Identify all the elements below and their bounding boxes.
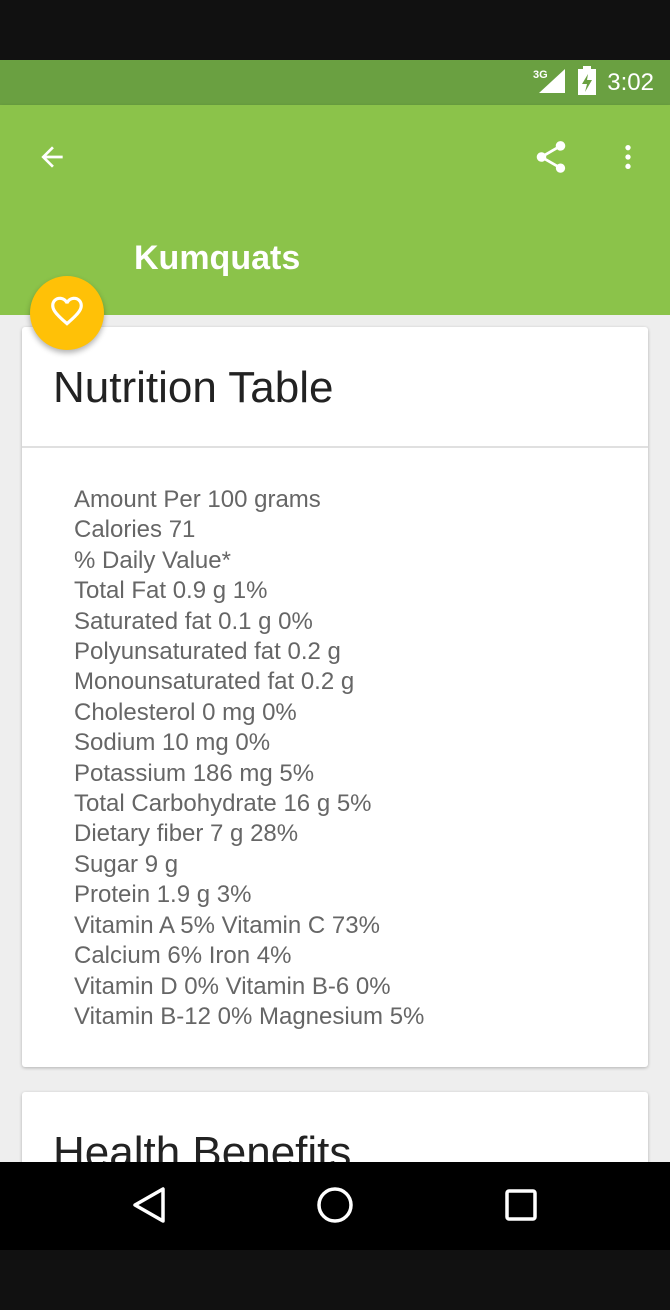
battery-icon: [577, 65, 597, 101]
nutrition-row: Sodium 10 mg 0%: [74, 729, 271, 757]
nutrition-row: Dietary fiber 7 g 28%: [74, 820, 299, 848]
nav-back-icon: [131, 1185, 167, 1230]
card-divider: [22, 446, 648, 448]
back-button[interactable]: [28, 135, 76, 183]
status-icons: 3G 3:02: [533, 65, 654, 101]
nav-home-icon: [315, 1185, 355, 1230]
nav-home-button[interactable]: [308, 1180, 362, 1234]
more-vert-icon: [612, 141, 644, 178]
nutrition-row: Total Fat 0.9 g 1%: [74, 577, 268, 605]
nutrition-row: Polyunsaturated fat 0.2 g: [74, 638, 341, 666]
app-bar: Kumquats: [0, 105, 670, 315]
system-nav-bar: [0, 1162, 670, 1250]
nutrition-row: Cholesterol 0 mg 0%: [74, 698, 297, 726]
bottom-frame: [0, 1250, 670, 1310]
nutrition-row: Potassium 186 mg 5%: [74, 759, 315, 787]
nutrition-row: Total Carbohydrate 16 g 5%: [74, 790, 372, 818]
nutrition-row: Monounsaturated fat 0.2 g: [74, 668, 355, 696]
nutrition-card: Nutrition Table Amount Per 100 grams Cal…: [22, 327, 648, 1067]
health-card-title: Health Benefits: [53, 1128, 352, 1162]
nutrition-row: Calories 71: [74, 516, 196, 544]
nutrition-row: Vitamin A 5% Vitamin C 73%: [74, 911, 380, 939]
clock: 3:02: [607, 69, 654, 96]
top-frame: [0, 0, 670, 60]
share-button[interactable]: [527, 135, 575, 183]
nutrition-row: % Daily Value*: [74, 546, 231, 574]
nutrition-card-title: Nutrition Table: [53, 363, 334, 412]
share-icon: [532, 138, 570, 181]
nutrition-row: Calcium 6% Iron 4%: [74, 942, 292, 970]
nutrition-row: Protein 1.9 g 3%: [74, 881, 252, 909]
arrow-back-icon: [36, 141, 68, 178]
network-label: 3G: [533, 69, 548, 81]
nav-back-button[interactable]: [122, 1180, 176, 1234]
content-scroll-area[interactable]: Nutrition Table Amount Per 100 grams Cal…: [0, 315, 670, 1162]
nutrition-row: Sugar 9 g: [74, 850, 179, 878]
nutrition-row: Amount Per 100 grams: [74, 486, 321, 513]
favorite-button[interactable]: [30, 276, 104, 350]
nutrition-row: Vitamin D 0% Vitamin B-6 0%: [74, 972, 391, 1000]
status-bar: 3G 3:02: [0, 60, 670, 105]
health-benefits-card: Health Benefits: [22, 1092, 648, 1162]
nutrition-list: Amount Per 100 grams Calories 71 % Daily…: [74, 485, 634, 1032]
nav-recents-button[interactable]: [494, 1180, 548, 1234]
heart-outline-icon: [48, 292, 86, 335]
nutrition-row: Saturated fat 0.1 g 0%: [74, 607, 313, 635]
more-options-button[interactable]: [604, 135, 652, 183]
nav-recents-icon: [504, 1188, 538, 1227]
signal-icon: 3G: [533, 67, 567, 100]
nutrition-row: Vitamin B-12 0% Magnesium 5%: [74, 1002, 425, 1030]
page-title: Kumquats: [134, 239, 301, 277]
